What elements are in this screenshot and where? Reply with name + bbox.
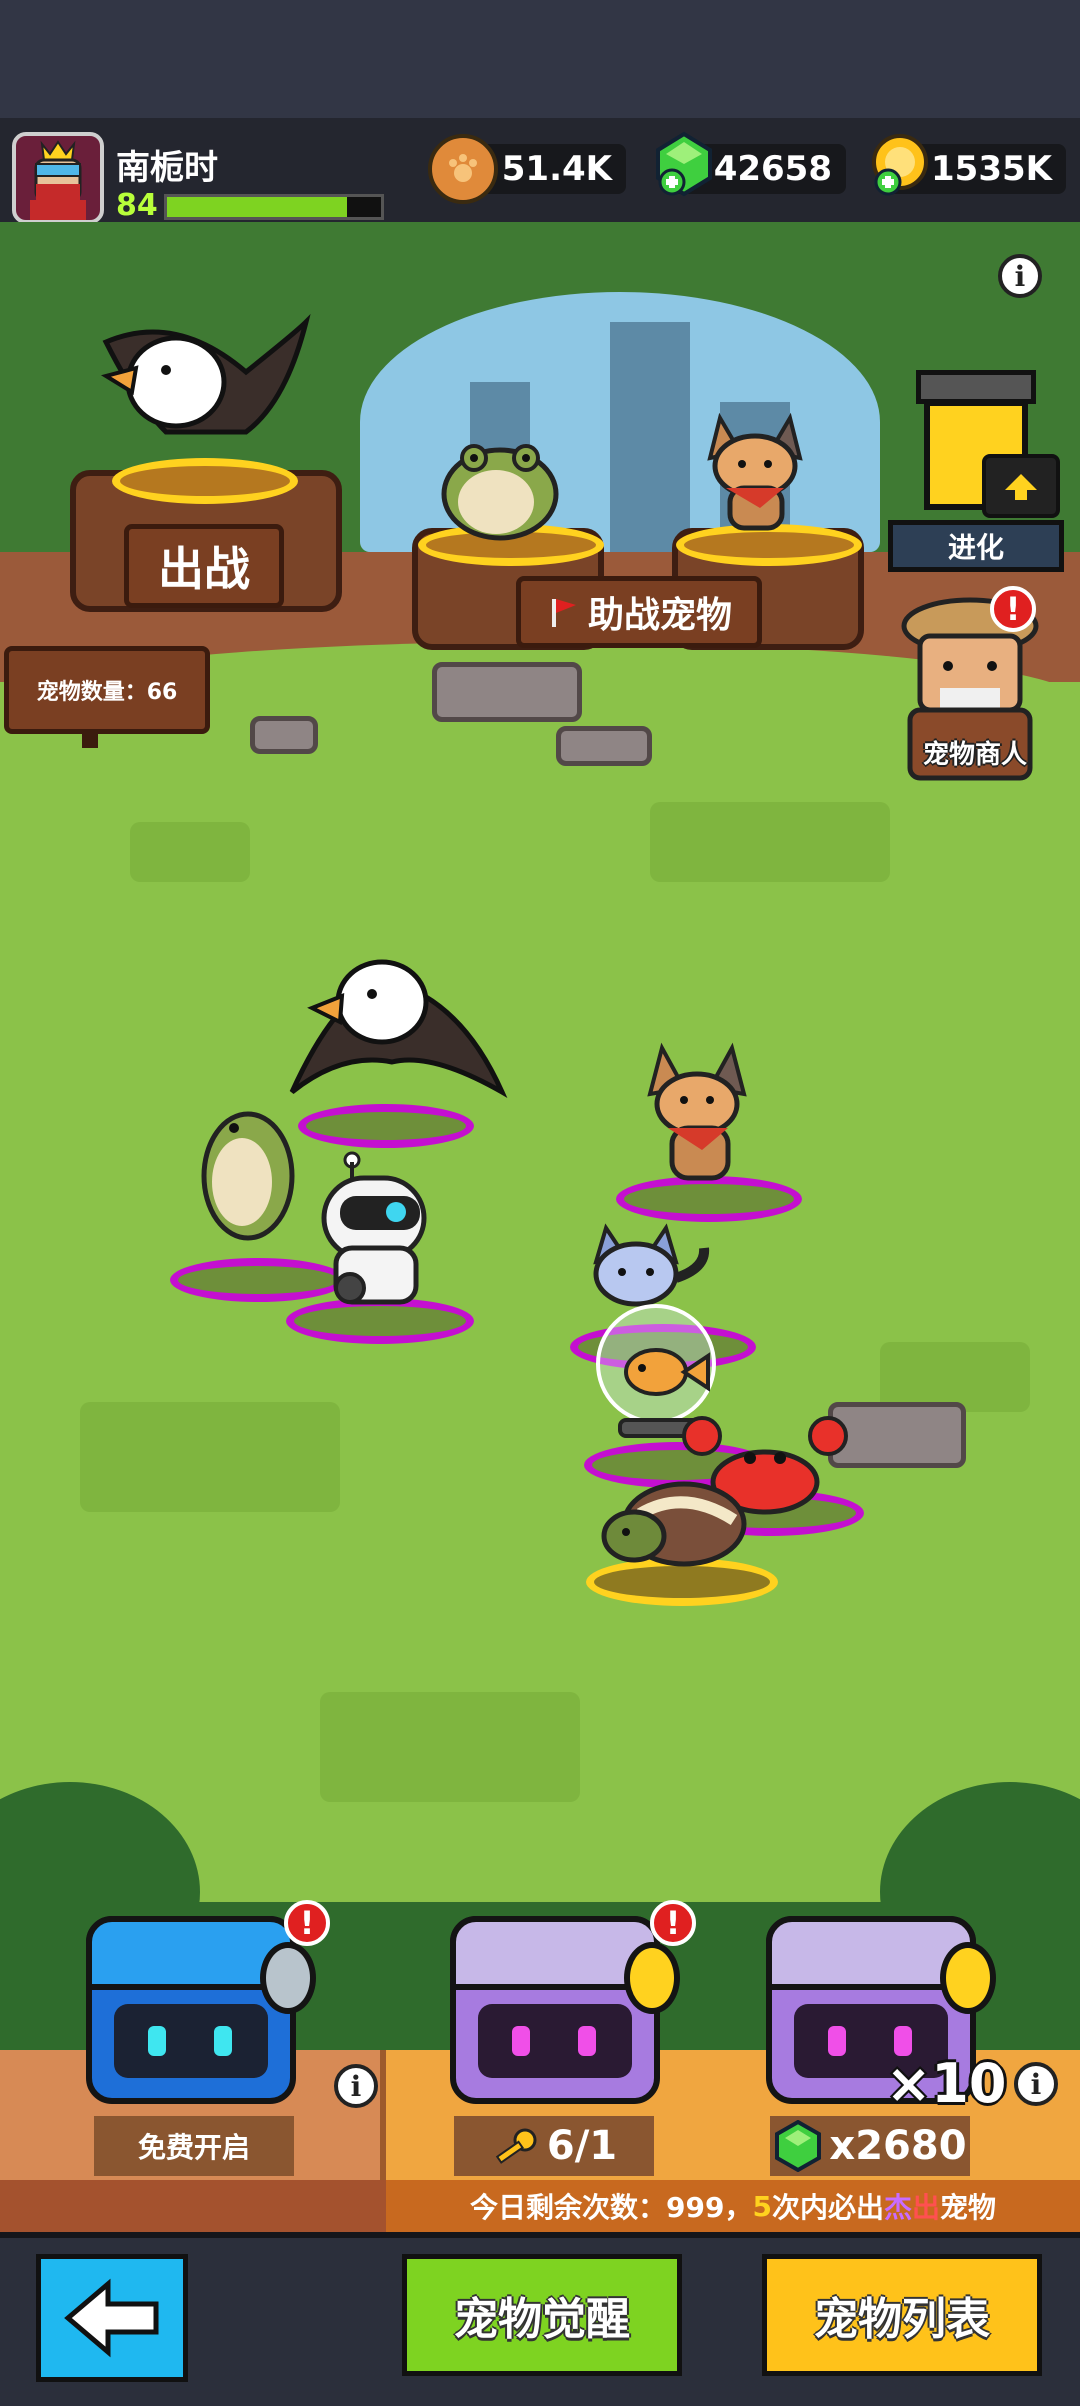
key-chest-label-plate[interactable]: 6/1: [454, 2116, 654, 2176]
pet-count-sign: 宠物数量：66: [4, 646, 210, 734]
gem-chest-lens-icon: [940, 1942, 996, 2014]
stone: [556, 726, 652, 766]
notice-strip-left: [0, 2180, 386, 2232]
notice-highlight-a: 杰: [883, 2191, 912, 2224]
field-frog-pet[interactable]: [184, 1098, 314, 1248]
status-bar-area: [0, 0, 1080, 120]
free-chest-label: 免费开启: [137, 2131, 250, 2164]
evolve-machine-cap: [916, 370, 1036, 404]
xp-bar-fill: [167, 197, 347, 217]
paw-coin-icon: [428, 134, 498, 204]
notice-mid: 次内必出: [771, 2191, 884, 2224]
notice-prefix: 今日剩余次数：999，: [470, 2191, 753, 2224]
key-icon: [495, 2128, 537, 2164]
player-name: 南栀时: [116, 148, 218, 188]
notice-highlight-b: 出: [911, 2191, 940, 2224]
assist-pets-sign: 助战宠物: [516, 576, 762, 648]
evolve-arrow-up-icon: [982, 454, 1060, 518]
free-chest-lens-icon: [260, 1942, 316, 2014]
gem-chest-multiplier: ×10: [886, 2052, 1007, 2115]
gem-add-icon[interactable]: [652, 130, 716, 198]
notice-suffix: 宠物: [939, 2191, 996, 2224]
battle-sign: 出战: [124, 524, 284, 608]
free-chest-face: [114, 2004, 268, 2078]
back-button[interactable]: [36, 2254, 188, 2382]
free-chest-label-plate[interactable]: 免费开启: [94, 2116, 294, 2176]
merchant-alert-icon: !: [990, 586, 1036, 632]
notice-count: 5: [752, 2189, 772, 2223]
gem-chest-info-icon[interactable]: i: [1014, 2062, 1058, 2106]
stone: [432, 662, 582, 722]
player-level: 84: [116, 188, 158, 223]
field-dog-pet[interactable]: [632, 1038, 762, 1188]
gold-add-icon[interactable]: [868, 132, 930, 198]
city-building: [610, 322, 690, 552]
pet-list-button[interactable]: 宠物列表: [762, 2254, 1042, 2376]
arrow-left-icon: [64, 2278, 159, 2358]
scene-info-icon[interactable]: i: [998, 254, 1042, 298]
key-chest-alert-icon: !: [650, 1900, 696, 1946]
battle-label: 出战: [158, 542, 250, 596]
xp-bar: [164, 194, 384, 220]
gem-chest-price: x2680: [829, 2123, 967, 2169]
grass-patch: [650, 802, 890, 882]
grass-patch: [80, 1402, 340, 1512]
evolve-label: 进化: [947, 531, 1004, 564]
field-eagle-pet[interactable]: [282, 942, 512, 1112]
gold-value: 1535K: [931, 149, 1052, 189]
field-robot-pet[interactable]: [310, 1148, 440, 1308]
pet-count-label: 宠物数量：66: [36, 680, 178, 705]
evolve-machine[interactable]: 进化: [888, 370, 1064, 580]
pet-garden-scene: 出战 助战宠物 宠物数量：66 i 进化 ! 宠物商人: [0, 222, 1080, 2052]
battle-eagle-pet[interactable]: [96, 312, 316, 472]
assist-frog-pet[interactable]: [430, 432, 570, 542]
gem-chest-label-plate[interactable]: x2680: [770, 2116, 970, 2176]
merchant-label: 宠物商人: [922, 740, 1027, 770]
draw-notice: 今日剩余次数：999， 5 次内必出 杰 出 宠物: [386, 2180, 1080, 2232]
red-flag-icon: [551, 599, 576, 627]
free-chest-alert-icon: !: [284, 1900, 330, 1946]
gem-icon: [775, 2120, 822, 2172]
player-portrait-icon: [30, 140, 86, 220]
free-chest[interactable]: [86, 1916, 316, 2104]
grass-patch: [320, 1692, 580, 1802]
key-chest-count: 6/1: [546, 2123, 618, 2169]
assist-dog-pet[interactable]: [690, 408, 820, 538]
key-chest[interactable]: [450, 1916, 680, 2104]
key-chest-face: [478, 2004, 632, 2078]
field-turtle-pet[interactable]: [600, 1474, 750, 1574]
stone: [250, 716, 318, 754]
player-avatar[interactable]: [12, 132, 104, 224]
pet-list-label: 宠物列表: [814, 2294, 990, 2345]
evolve-label-plate: 进化: [888, 520, 1064, 572]
key-chest-lens-icon: [624, 1942, 680, 2014]
gem-value: 42658: [713, 149, 832, 189]
pet-awaken-button[interactable]: 宠物觉醒: [402, 2254, 682, 2376]
paw-coin-value: 51.4K: [501, 149, 612, 189]
grass-patch: [130, 822, 250, 882]
free-chest-info-icon[interactable]: i: [334, 2064, 378, 2108]
assist-label: 助战宠物: [587, 595, 732, 636]
awaken-label: 宠物觉醒: [454, 2294, 630, 2345]
